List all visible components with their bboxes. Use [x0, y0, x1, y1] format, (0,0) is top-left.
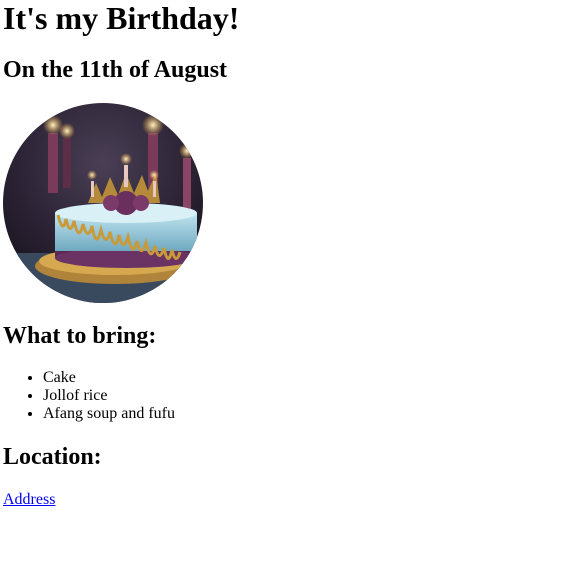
birthday-cake-image: [3, 103, 203, 303]
what-to-bring-heading: What to bring:: [3, 323, 157, 349]
bring-list: Cake Jollof rice Afang soup and fufu: [3, 369, 175, 423]
list-item: Jollof rice: [43, 387, 175, 405]
list-item: Cake: [43, 369, 175, 387]
page-title: It's my Birthday!: [3, 0, 240, 36]
location-heading: Location:: [3, 444, 102, 470]
event-date-heading: On the 11th of August: [3, 57, 228, 83]
address-link[interactable]: Address: [3, 491, 55, 509]
list-item: Afang soup and fufu: [43, 405, 175, 423]
